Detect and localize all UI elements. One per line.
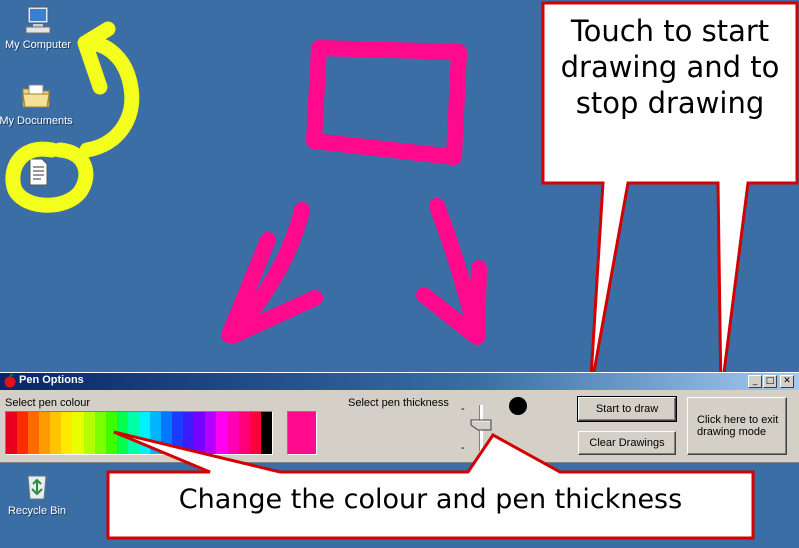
callout-bottom-text: Change the colour and pen thickness	[178, 484, 683, 515]
callout-bottom-shape	[106, 430, 755, 540]
desktop: My Computer My Documents Recycle Bin Tou…	[0, 0, 799, 548]
